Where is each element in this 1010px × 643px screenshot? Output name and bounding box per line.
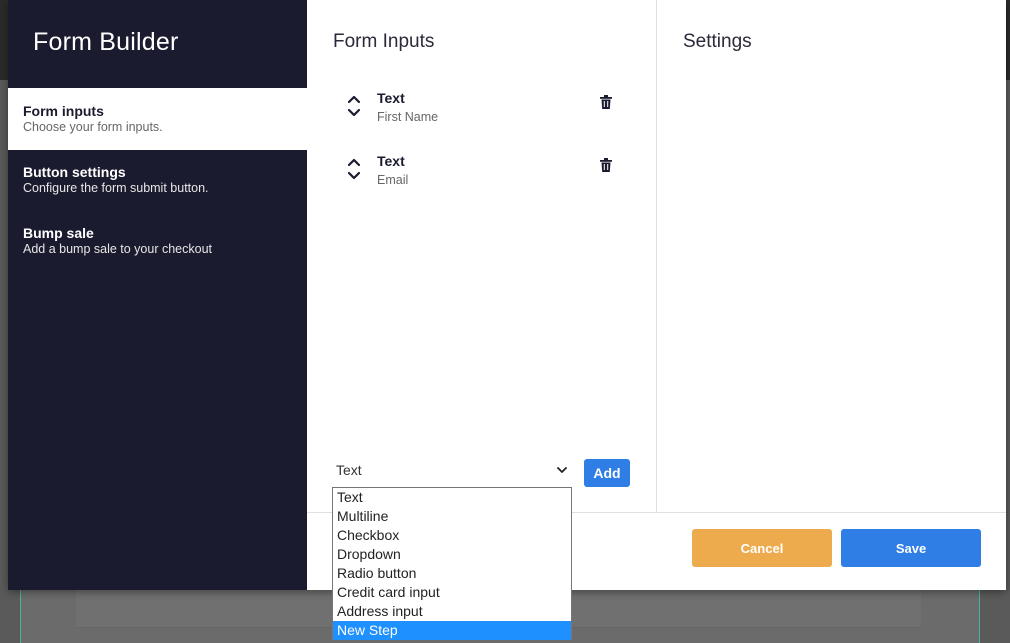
sidebar-item-subtitle: Choose your form inputs. [23,119,292,135]
dropdown-option[interactable]: Text [333,488,571,507]
sidebar-item-title: Button settings [23,164,292,180]
input-name: First Name [377,110,438,124]
settings-panel: Settings [658,0,1006,512]
sidebar-item-subtitle: Configure the form submit button. [23,180,292,196]
form-inputs-panel: Form Inputs Text First Name Text Ema [307,0,657,512]
dropdown-option[interactable]: Radio button [333,564,571,583]
dropdown-option[interactable]: Credit card input [333,583,571,602]
chevron-down-icon [557,465,567,475]
select-value: Text [336,462,362,478]
settings-title: Settings [683,31,752,53]
sidebar-item-button-settings[interactable]: Button settings Configure the form submi… [8,149,307,211]
dropdown-option[interactable]: Checkbox [333,526,571,545]
sidebar-item-bump-sale[interactable]: Bump sale Add a bump sale to your checko… [8,210,307,272]
sort-icon[interactable] [347,157,361,181]
form-inputs-title: Form Inputs [333,31,434,53]
form-input-row: Text Email [347,153,627,193]
input-type-dropdown-list: Text Multiline Checkbox Dropdown Radio b… [332,487,572,640]
input-type: Text [377,153,405,169]
save-button[interactable]: Save [841,529,981,567]
dropdown-option[interactable]: Multiline [333,507,571,526]
cancel-button[interactable]: Cancel [692,529,832,567]
dropdown-option[interactable]: Address input [333,602,571,621]
dropdown-option[interactable]: Dropdown [333,545,571,564]
sidebar: Form Builder Form inputs Choose your for… [8,0,307,590]
add-input-button[interactable]: Add [584,459,630,487]
form-input-row: Text First Name [347,90,627,130]
trash-icon[interactable] [600,95,612,109]
sidebar-item-form-inputs[interactable]: Form inputs Choose your form inputs. [8,88,307,150]
dropdown-option-highlighted[interactable]: New Step [333,621,571,640]
sidebar-item-subtitle: Add a bump sale to your checkout [23,241,292,257]
sidebar-item-title: Bump sale [23,225,292,241]
sort-icon[interactable] [347,94,361,118]
trash-icon[interactable] [600,158,612,172]
background-fragment [0,22,8,70]
input-type-select[interactable]: Text [333,457,571,485]
sidebar-item-title: Form inputs [23,103,292,119]
input-name: Email [377,173,408,187]
input-type: Text [377,90,405,106]
sidebar-title: Form Builder [33,28,179,57]
